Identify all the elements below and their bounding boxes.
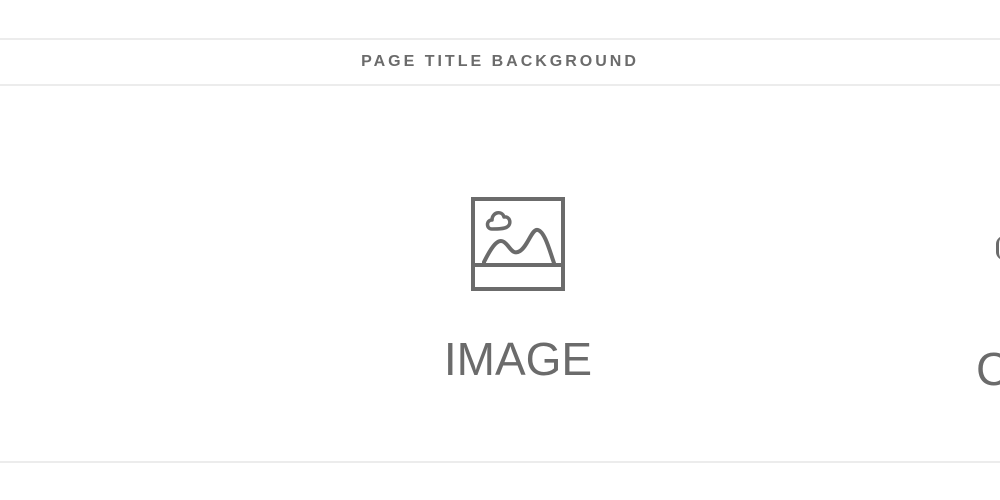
page-title: PAGE TITLE BACKGROUND <box>361 53 639 70</box>
image-icon <box>471 197 565 291</box>
image-widget-label: IMAGE <box>443 333 593 385</box>
partial-icon <box>996 236 1000 260</box>
bottom-divider <box>0 461 1000 463</box>
image-widget-card[interactable]: IMAGE <box>418 196 618 382</box>
partial-widget-label[interactable]: C <box>976 346 1000 392</box>
page: PAGE TITLE BACKGROUND IMAGE C <box>0 0 1000 500</box>
page-title-bar: PAGE TITLE BACKGROUND <box>0 38 1000 86</box>
